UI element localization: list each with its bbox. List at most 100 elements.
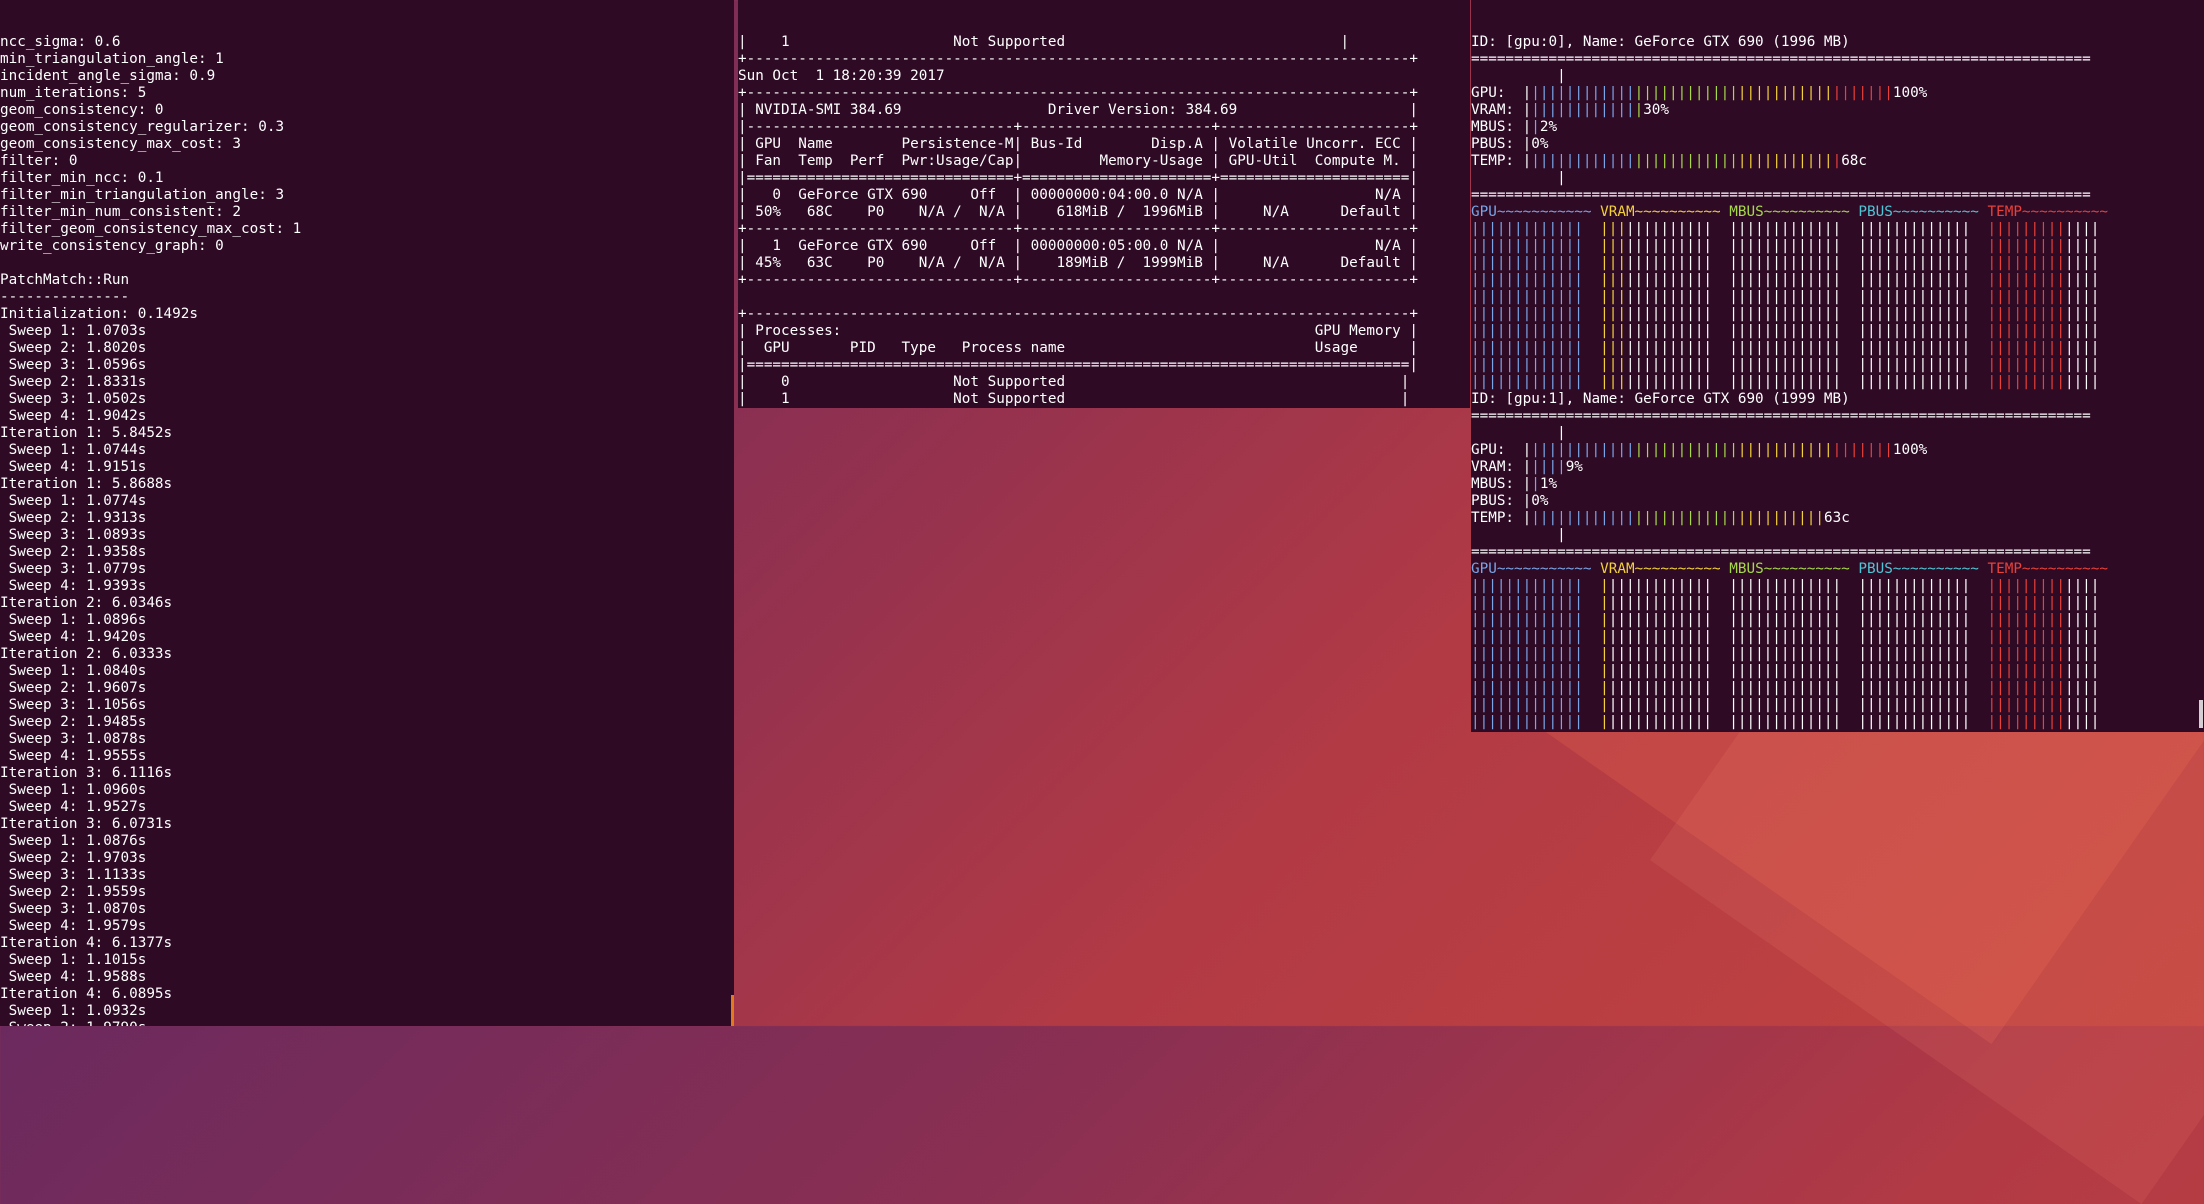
history-mbus-bars: ||||||||||||| [1729,289,1859,305]
bar-tick: | [1531,85,1540,101]
bar-tick: | [1582,102,1592,118]
bar-tick: | [1677,153,1687,169]
history-temp-bars: ||||||||| [1987,578,2065,594]
terminal-scrollbar[interactable] [2199,700,2203,728]
bar-tick: | [1531,459,1540,475]
bar-tick: | [1755,442,1764,458]
nvidia-smi-line: | GPU Name Persistence-M| Bus-Id Disp.A … [738,136,1418,152]
history-vram-bars: |||||||||| [1625,357,1730,373]
nvidia-smi-line: |-------------------------------+-------… [738,119,1418,135]
bar-tick: | [1617,442,1626,458]
bar-tick: | [1884,442,1893,458]
history-vram-bars: ||| [1600,238,1626,254]
log-line: Sweep 1: 1.0896s [0,612,147,628]
bar-tick: | [1531,510,1540,526]
history-vram-bars: ||| [1600,255,1626,271]
log-line: Sweep 4: 1.9579s [0,918,147,934]
bar-tick: | [1531,476,1540,492]
history-mbus-header: MBUS~~~~~~~~~~ [1729,561,1859,577]
log-line: Sweep 4: 1.9393s [0,578,147,594]
terminal-patchmatch[interactable]: ncc_sigma: 0.6 min_triangulation_angle: 1… [0,0,734,1026]
bar-tick: | [1729,442,1738,458]
history-vram-bars: |||||||||| [1625,323,1730,339]
log-line: Iteration 1: 5.8688s [0,476,173,492]
log-line: Sweep 2: 1.9607s [0,680,147,696]
history-temp-bars: ||||||||| [1987,714,2065,730]
history-vram-bars: | [1600,731,1609,732]
pbus-value: 0% [1531,493,1549,509]
log-line: Sweep 2: 1.9358s [0,544,147,560]
nvidia-smi-line: +-------------------------------+-------… [738,272,1418,288]
terminal-gpu-monitor[interactable]: ID: [gpu:0], Name: GeForce GTX 690 (1996… [1471,0,2204,732]
history-pbus-bars: ||||||||||||| [1858,221,1988,237]
history-pbus-bars: ||||||||||||| [1858,680,1988,696]
bar-tick: | [1798,85,1807,101]
history-row: ||||||||||||| ||||||||||||| ||||||||||||… [1471,272,2204,289]
log-line: Iteration 2: 6.0346s [0,595,173,611]
log-line: Sweep 3: 1.1133s [0,867,147,883]
nvidia-smi-line: | 50% 68C P0 N/A / N/A | 618MiB / 1996Mi… [738,204,1418,220]
log-line: Sweep 1: 1.0774s [0,493,147,509]
history-vram-bars: |||||||||| [1625,255,1730,271]
history-vram-bars: | [1600,646,1609,662]
terminal-nvidia-smi[interactable]: | 1 Not Supported | +--------------------… [738,0,1470,408]
nvidia-smi-line: +---------------------------------------… [738,85,1418,101]
history-pbus-bars: ||||||||||||| [1858,612,1988,628]
log-line: PatchMatch::Run [0,272,130,288]
separator-line: ========================================… [1471,187,2091,203]
bar-tick: | [1582,442,1592,458]
bar-tick: | [1625,153,1635,169]
nvidia-smi-line: | 1 Not Supported | [738,391,1410,407]
history-temp-bars: ||||||||| [1987,680,2065,696]
bar-tick: | [1755,153,1764,169]
separator-line: ========================================… [1471,408,2091,424]
bar-tick: | [1686,85,1695,101]
history-temp-bars: ||||||||| [1987,255,2065,271]
history-temp-bars: |||| [2064,340,2100,356]
terminal-scroll-indicator[interactable] [731,995,734,1026]
history-vram-bars: |||||||||||| [1608,663,1730,679]
history-gpu-bars: ||||||||||||| [1471,221,1601,237]
separator: ========================================… [1471,408,2204,425]
bar-tick: | [1557,153,1566,169]
terminal-output: | 1 Not Supported | +--------------------… [738,34,1470,408]
history-vram-bars: | [1600,578,1609,594]
history-gpu-bars: ||||||||||||| [1471,238,1601,254]
history-gpu-bars: ||||||||||||| [1471,595,1601,611]
history-vram-bars: ||| [1600,272,1626,288]
nvidia-smi-line: Sun Oct 1 18:20:39 2017 [738,68,945,84]
history-pbus-bars: ||||||||||||| [1858,629,1988,645]
bar-tick: | [1875,442,1885,458]
history-gpu-bars: ||||||||||||| [1471,255,1601,271]
bar-tick: | [1531,153,1540,169]
separator: ========================================… [1471,51,2204,68]
bar-tick: | [1634,85,1644,101]
history-temp-bars: ||||||||| [1987,663,2065,679]
nvidia-smi-line: | 45% 63C P0 N/A / N/A | 189MiB / 1999Mi… [738,255,1418,271]
bar-tick: | [1574,153,1583,169]
nvidia-smi-line: | 0 Not Supported | [738,374,1410,390]
history-gpu-header: GPU~~~~~~~~~~~ [1471,204,1601,220]
bar-tick: | [1677,442,1687,458]
bar-tick: | [1789,153,1799,169]
history-temp-bars: |||| [2064,680,2100,696]
spacer: | [1471,170,2204,187]
vram-row: VRAM: |||||9% [1471,459,2204,476]
log-line: Sweep 3: 1.0596s [0,357,147,373]
history-pbus-bars: ||||||||||||| [1858,289,1988,305]
bar-start: | [1522,493,1532,509]
terminal-output: ncc_sigma: 0.6 min_triangulation_angle: 1… [0,34,734,1026]
history-vram-bars: | [1600,612,1609,628]
log-line: Sweep 4: 1.9555s [0,748,147,764]
bar-start: | [1522,153,1532,169]
history-pbus-header: PBUS~~~~~~~~~~ [1858,204,1988,220]
mbus-value: 2% [1539,119,1558,135]
history-temp-bars: |||| [2064,612,2100,628]
bar-tick: | [1625,442,1635,458]
bar-tick: | [1798,153,1807,169]
log-line: Sweep 4: 1.9588s [0,969,147,985]
history-row: ||||||||||||| ||||||||||||| ||||||||||||… [1471,289,2204,306]
bar-tick: | [1755,85,1764,101]
log-line: min_triangulation_angle: 1 [0,51,224,67]
